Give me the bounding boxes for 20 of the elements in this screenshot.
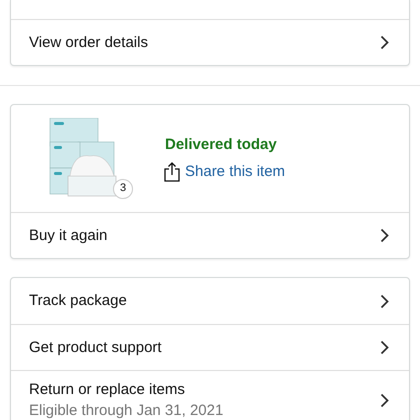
row-label: Track package xyxy=(29,291,127,311)
chevron-right-icon xyxy=(380,393,389,408)
menu-row[interactable]: View order details xyxy=(11,19,409,65)
chevron-right-icon xyxy=(380,294,389,308)
row-label: Buy it again xyxy=(29,226,108,246)
share-icon xyxy=(163,162,181,182)
row-label: Get product support xyxy=(29,338,162,358)
menu-row[interactable]: Track package xyxy=(11,278,409,324)
menu-row[interactable]: Get product support xyxy=(11,324,409,370)
chevron-right-icon xyxy=(380,35,389,50)
delivery-status: Delivered today xyxy=(165,135,278,155)
row-label: Return or replace items xyxy=(29,380,186,400)
menu-row[interactable]: Return or replace items Eligible through Jan 31, 2021 xyxy=(11,370,409,420)
menu-row[interactable]: Buy it again xyxy=(11,212,409,258)
share-link[interactable]: Share this item xyxy=(163,160,286,183)
chevron-right-icon xyxy=(380,340,389,355)
row-label: View order details xyxy=(29,32,148,52)
chevron-right-icon xyxy=(380,228,389,243)
row-subtitle: Eligible through Jan 31, 2021 xyxy=(29,400,224,420)
quantity-badge: 3 xyxy=(113,178,133,198)
